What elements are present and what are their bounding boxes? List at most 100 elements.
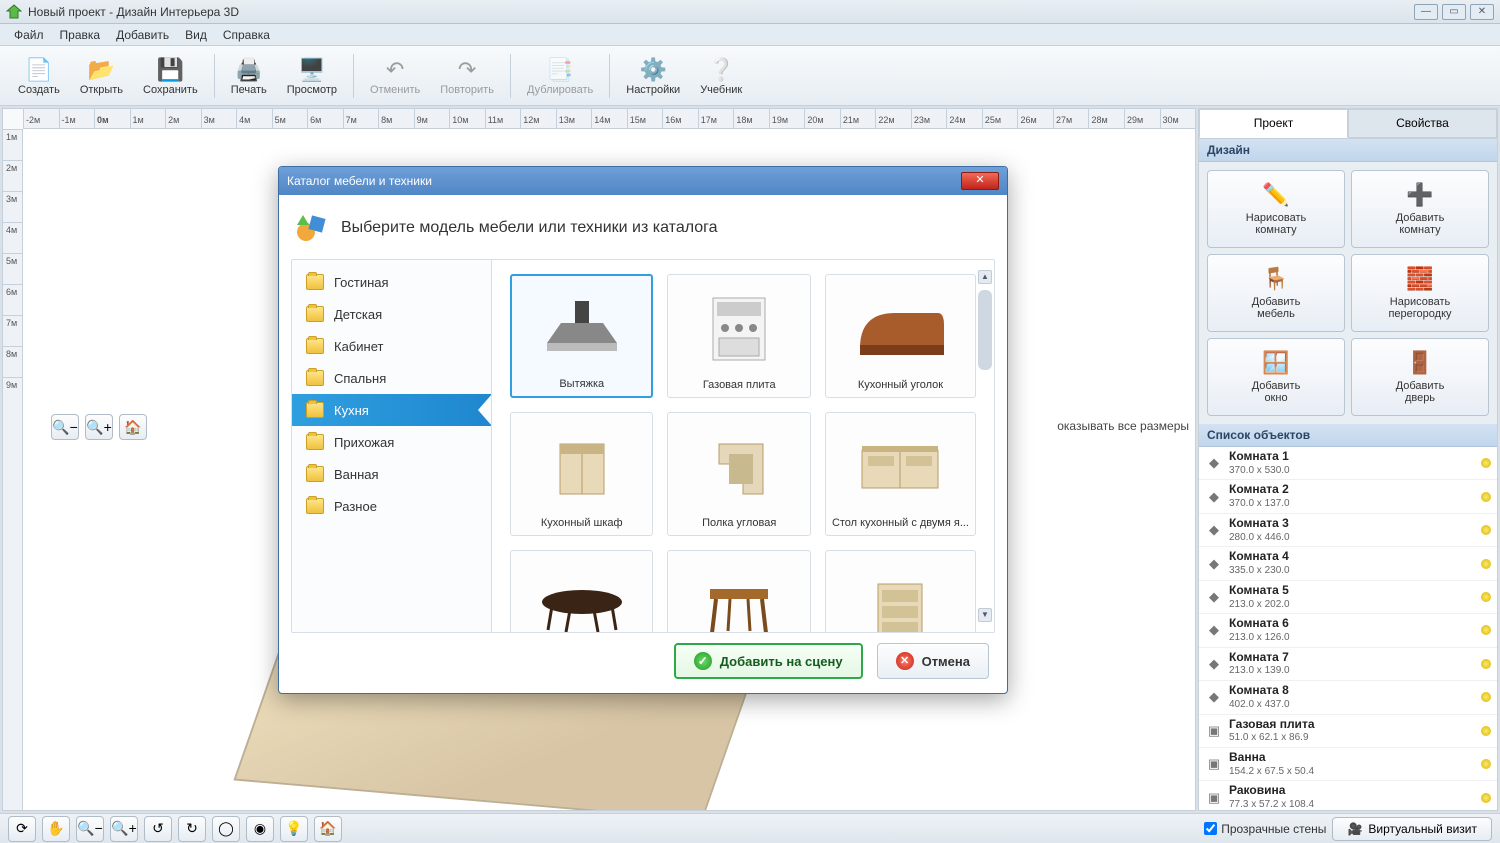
- menu-add[interactable]: Добавить: [108, 26, 177, 44]
- bt-home[interactable]: 🏠: [314, 816, 342, 842]
- object-row[interactable]: ◆ Комната 2370.0 x 137.0: [1199, 480, 1497, 513]
- category-list[interactable]: ГостинаяДетскаяКабинетСпальняКухняПрихож…: [292, 260, 492, 632]
- tb-undo[interactable]: ↶Отменить: [360, 52, 430, 100]
- bt-zoom-out[interactable]: 🔍−: [76, 816, 104, 842]
- visibility-dot[interactable]: [1481, 458, 1491, 468]
- category-item[interactable]: Разное: [292, 490, 491, 522]
- object-row[interactable]: ▣ Раковина77.3 x 57.2 x 108.4: [1199, 781, 1497, 810]
- close-button[interactable]: ✕: [1470, 4, 1494, 20]
- scroll-thumb[interactable]: [978, 290, 992, 370]
- visibility-dot[interactable]: [1481, 759, 1491, 769]
- item-grid[interactable]: ВытяжкаГазовая плита Кухонный уголок Кухон…: [492, 260, 994, 632]
- btn-add-furniture[interactable]: 🪑Добавитьмебель: [1207, 254, 1345, 332]
- object-icon: ◆: [1205, 621, 1223, 639]
- dialog-title: Каталог мебели и техники: [287, 174, 432, 188]
- maximize-button[interactable]: ▭: [1442, 4, 1466, 20]
- grid-scrollbar[interactable]: ▲ ▼: [978, 270, 992, 622]
- item-thumb: [832, 419, 969, 513]
- category-item[interactable]: Ванная: [292, 458, 491, 490]
- add-to-scene-button[interactable]: Добавить на сцену: [674, 643, 863, 679]
- category-item[interactable]: Гостиная: [292, 266, 491, 298]
- furniture-item[interactable]: [825, 550, 976, 632]
- transparent-walls-toggle[interactable]: Прозрачные стены: [1204, 822, 1326, 836]
- tb-duplicate[interactable]: 📑Дублировать: [517, 52, 603, 100]
- menu-file[interactable]: Файл: [6, 26, 52, 44]
- ruler-horizontal: -2м-1м0м1м2м3м4м5м6м7м8м9м10м11м12м13м14…: [23, 109, 1195, 129]
- object-row[interactable]: ▣ Газовая плита51.0 x 62.1 x 86.9: [1199, 715, 1497, 748]
- object-row[interactable]: ◆ Комната 6213.0 x 126.0: [1199, 614, 1497, 647]
- tb-create[interactable]: 📄Создать: [8, 52, 70, 100]
- furniture-item[interactable]: [667, 550, 810, 632]
- object-row[interactable]: ◆ Комната 1370.0 x 530.0: [1199, 447, 1497, 480]
- menu-help[interactable]: Справка: [215, 26, 278, 44]
- visibility-dot[interactable]: [1481, 592, 1491, 602]
- object-row[interactable]: ◆ Комната 3280.0 x 446.0: [1199, 514, 1497, 547]
- scroll-down[interactable]: ▼: [978, 608, 992, 622]
- bt-rotate-right[interactable]: ↻: [178, 816, 206, 842]
- minimize-button[interactable]: —: [1414, 4, 1438, 20]
- tb-tutorial[interactable]: ❔Учебник: [690, 52, 752, 100]
- bt-zoom-in[interactable]: 🔍+: [110, 816, 138, 842]
- visibility-dot[interactable]: [1481, 726, 1491, 736]
- tab-properties[interactable]: Свойства: [1348, 109, 1497, 138]
- category-item[interactable]: Спальня: [292, 362, 491, 394]
- tb-redo[interactable]: ↷Повторить: [430, 52, 504, 100]
- object-row[interactable]: ◆ Комната 5213.0 x 202.0: [1199, 581, 1497, 614]
- visibility-dot[interactable]: [1481, 793, 1491, 803]
- bt-360[interactable]: ⟳: [8, 816, 36, 842]
- furniture-item[interactable]: Стол кухонный с двумя я...: [825, 412, 976, 536]
- object-row[interactable]: ◆ Комната 8402.0 x 437.0: [1199, 681, 1497, 714]
- tb-open[interactable]: 📂Открыть: [70, 52, 133, 100]
- category-item[interactable]: Прихожая: [292, 426, 491, 458]
- visibility-dot[interactable]: [1481, 692, 1491, 702]
- tab-project[interactable]: Проект: [1199, 109, 1348, 138]
- virtual-visit-button[interactable]: 🎥 Виртуальный визит: [1332, 817, 1492, 841]
- item-label: Кухонный уголок: [832, 375, 969, 391]
- visibility-dot[interactable]: [1481, 625, 1491, 635]
- bt-light[interactable]: 💡: [280, 816, 308, 842]
- zoom-in-button[interactable]: 🔍+: [85, 414, 113, 440]
- visibility-dot[interactable]: [1481, 559, 1491, 569]
- app-icon: [6, 4, 22, 20]
- dialog-titlebar[interactable]: Каталог мебели и техники ✕: [279, 167, 1007, 195]
- furniture-item[interactable]: Газовая плита: [667, 274, 810, 398]
- show-all-sizes-label[interactable]: оказывать все размеры: [1057, 419, 1189, 433]
- menu-view[interactable]: Вид: [177, 26, 215, 44]
- dialog-close-button[interactable]: ✕: [961, 172, 999, 190]
- cancel-button[interactable]: Отмена: [877, 643, 989, 679]
- furniture-item[interactable]: Кухонный уголок: [825, 274, 976, 398]
- home-view-button[interactable]: 🏠: [119, 414, 147, 440]
- furniture-item[interactable]: Полка угловая: [667, 412, 810, 536]
- tb-print[interactable]: 🖨️Печать: [221, 52, 277, 100]
- bt-rotate-left[interactable]: ↺: [144, 816, 172, 842]
- btn-draw-room[interactable]: ✏️Нарисоватькомнату: [1207, 170, 1345, 248]
- btn-draw-partition[interactable]: 🧱Нарисоватьперегородку: [1351, 254, 1489, 332]
- furniture-item[interactable]: [510, 550, 653, 632]
- btn-add-window[interactable]: 🪟Добавитьокно: [1207, 338, 1345, 416]
- btn-add-door[interactable]: 🚪Добавитьдверь: [1351, 338, 1489, 416]
- object-list[interactable]: ◆ Комната 1370.0 x 530.0 ◆ Комната 2370.…: [1199, 447, 1497, 810]
- bt-lasso-add[interactable]: ◉: [246, 816, 274, 842]
- visibility-dot[interactable]: [1481, 525, 1491, 535]
- furniture-item[interactable]: Вытяжка: [510, 274, 653, 398]
- zoom-out-button[interactable]: 🔍−: [51, 414, 79, 440]
- object-row[interactable]: ◆ Комната 7213.0 x 139.0: [1199, 648, 1497, 681]
- btn-add-room[interactable]: ➕Добавитькомнату: [1351, 170, 1489, 248]
- visibility-dot[interactable]: [1481, 492, 1491, 502]
- menu-edit[interactable]: Правка: [52, 26, 109, 44]
- tb-preview[interactable]: 🖥️Просмотр: [277, 52, 347, 100]
- bt-lasso[interactable]: ◯: [212, 816, 240, 842]
- object-row[interactable]: ▣ Ванна154.2 x 67.5 x 50.4: [1199, 748, 1497, 781]
- tb-settings[interactable]: ⚙️Настройки: [616, 52, 690, 100]
- bt-pan[interactable]: ✋: [42, 816, 70, 842]
- object-row[interactable]: ◆ Комната 4335.0 x 230.0: [1199, 547, 1497, 580]
- furniture-item[interactable]: Кухонный шкаф: [510, 412, 653, 536]
- category-item[interactable]: Детская: [292, 298, 491, 330]
- category-item[interactable]: Кухня: [292, 394, 491, 426]
- category-item[interactable]: Кабинет: [292, 330, 491, 362]
- visibility-dot[interactable]: [1481, 659, 1491, 669]
- tb-save[interactable]: 💾Сохранить: [133, 52, 208, 100]
- scroll-up[interactable]: ▲: [978, 270, 992, 284]
- item-label: Полка угловая: [674, 513, 803, 529]
- transparent-walls-checkbox[interactable]: [1204, 822, 1217, 835]
